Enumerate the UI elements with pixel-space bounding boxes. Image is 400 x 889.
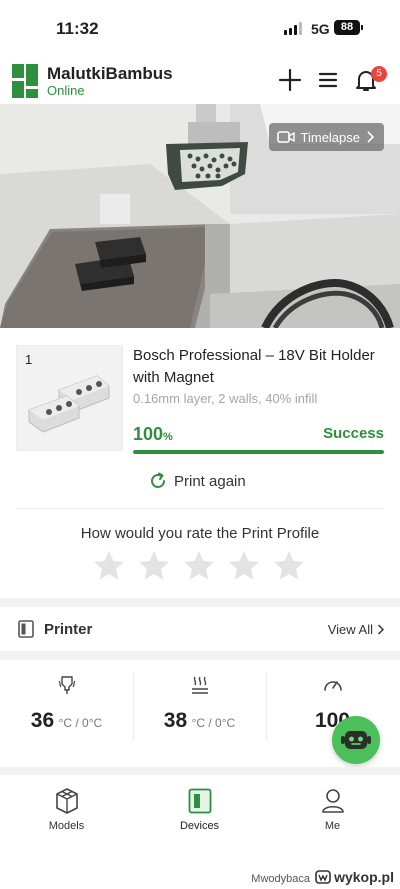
network-type: 5G [311, 21, 330, 37]
printer-section-header: Printer View All [0, 607, 400, 651]
progress-bar [133, 450, 384, 454]
plus-icon[interactable] [277, 67, 303, 93]
printer-status: Online [47, 83, 85, 98]
nozzle-temperature-icon [58, 676, 75, 694]
progress-unit: % [163, 431, 173, 443]
rating-star-icon[interactable] [91, 548, 127, 584]
video-camera-icon [276, 131, 295, 143]
rating-star-icon[interactable] [181, 548, 217, 584]
user-icon [321, 789, 344, 813]
divider [16, 508, 384, 509]
bottom-tab-bar: Models Devices Me [0, 775, 400, 840]
progress-value: 100 [133, 424, 164, 444]
rating-stars [91, 548, 307, 584]
signal-icon [284, 22, 302, 35]
notification-badge: 5 [371, 66, 387, 82]
timelapse-button[interactable]: Timelapse [268, 123, 384, 151]
section-gap [0, 598, 400, 607]
watermark-bar: Mwodybaca wykop.pl [0, 860, 400, 889]
plate-index: 1 [25, 352, 33, 367]
printer-icon [18, 620, 34, 638]
job-title: Bosch Professional – 18V Bit Holder with… [133, 347, 375, 386]
printer-name[interactable]: MalutkiBambus [47, 64, 173, 84]
tab-models[interactable]: Models [0, 775, 133, 840]
tab-models-label: Models [48, 820, 85, 832]
refresh-icon [151, 472, 165, 488]
speed-icon [323, 681, 342, 691]
rating-star-icon[interactable] [136, 548, 172, 584]
chevron-right-icon [367, 131, 374, 143]
rating-star-icon[interactable] [271, 548, 307, 584]
job-settings: 0.16mm layer, 2 walls, 40% infill [133, 391, 318, 406]
view-all-button[interactable]: View All [328, 622, 384, 637]
tab-devices[interactable]: Devices [133, 775, 266, 840]
section-gap [0, 767, 400, 775]
battery-icon: 88 [334, 20, 363, 35]
app-header: MalutkiBambus Online 5 [0, 58, 400, 104]
watermark-site-label: wykop.pl [334, 869, 394, 885]
rating-prompt: How would you rate the Print Profile [80, 525, 320, 542]
bambu-logo-icon [12, 64, 38, 98]
printer-section-title: Printer [44, 621, 93, 638]
job-state: Success [323, 425, 384, 442]
nozzle-temperature-stat[interactable]: 36 °C / 0°C [0, 660, 133, 767]
tab-me[interactable]: Me [266, 775, 399, 840]
watermark-site: wykop.pl [315, 869, 394, 885]
print-again-button[interactable]: Print again [148, 470, 246, 492]
chevron-right-icon [377, 624, 384, 635]
tab-devices-label: Devices [179, 820, 220, 832]
rating-star-icon[interactable] [226, 548, 262, 584]
status-bar: 11:32 5G 88 [0, 0, 400, 58]
bed-temperature-stat[interactable]: 38 °C / 0°C [133, 660, 266, 767]
tab-me-label: Me [324, 820, 341, 832]
progress-percent: 100% [133, 424, 173, 445]
camera-view[interactable]: Timelapse [0, 104, 400, 328]
model-thumbnail[interactable]: 1 [16, 345, 123, 451]
models-icon [55, 788, 78, 814]
bed-temperature-icon [191, 676, 208, 694]
menu-icon[interactable] [315, 67, 341, 93]
timelapse-label: Timelapse [300, 129, 360, 145]
wykop-logo-icon [315, 870, 331, 884]
assistant-bot-button[interactable] [332, 716, 380, 764]
robot-icon [341, 731, 371, 749]
section-gap [0, 651, 400, 660]
watermark-user: Mwodybaca [251, 873, 310, 885]
bed-temperature-value: 38 [163, 709, 188, 732]
bed-temperature-unit: °C / 0°C [191, 716, 236, 730]
nozzle-temperature-unit: °C / 0°C [58, 716, 103, 730]
print-job-card: 1 Bosch Professional – 18V Bit Holder wi… [0, 328, 400, 508]
progress-bar-fill [133, 450, 384, 454]
model-preview-image [28, 375, 110, 433]
status-time: 11:32 [56, 19, 99, 38]
print-again-label: Print again [174, 472, 246, 490]
nozzle-temperature-value: 36 [30, 709, 55, 732]
devices-icon [188, 788, 211, 814]
view-all-label: View All [327, 622, 373, 637]
